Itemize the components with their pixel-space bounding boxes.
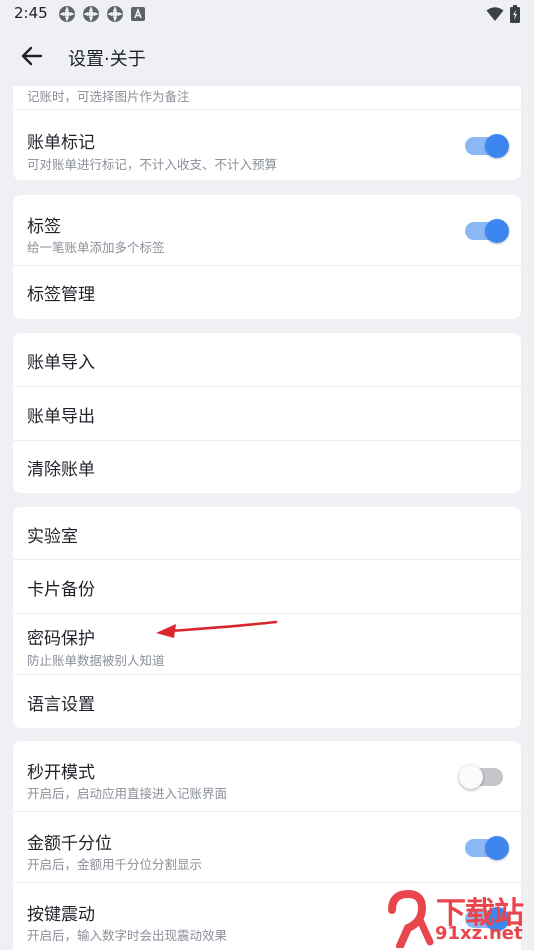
system-icons xyxy=(486,5,520,27)
status-time: 2:45 xyxy=(14,4,48,22)
thousands-separator-title: 金额千分位 xyxy=(27,834,112,854)
watermark-logo: 下载站 91xz.net xyxy=(380,886,530,948)
bill-clear-item[interactable]: 清除账单 xyxy=(13,441,521,493)
thousands-separator-toggle[interactable] xyxy=(465,836,509,860)
tag-item[interactable]: 标签 给一笔账单添加多个标签 xyxy=(13,195,521,265)
password-protect-title: 密码保护 xyxy=(27,629,95,649)
bill-mark-subtitle: 可对账单进行标记，不计入收支、不计入预算 xyxy=(27,157,278,172)
toggle-knob xyxy=(459,765,483,789)
toggle-knob xyxy=(485,134,509,158)
data-settings-card: 账单导入 账单导出 清除账单 xyxy=(13,333,521,493)
bill-mark-toggle[interactable] xyxy=(465,134,509,158)
image-remark-item[interactable]: 记账时，可选择图片作为备注 xyxy=(13,86,521,109)
language-title: 语言设置 xyxy=(27,695,95,715)
tag-manage-title: 标签管理 xyxy=(27,285,95,305)
page-title: 设置·关于 xyxy=(68,49,146,70)
tag-title: 标签 xyxy=(27,217,61,237)
lab-title: 实验室 xyxy=(27,527,78,547)
watermark-emblem-icon xyxy=(388,889,434,948)
bill-mark-item[interactable]: 账单标记 可对账单进行标记，不计入收支、不计入预算 xyxy=(13,110,521,180)
tag-toggle[interactable] xyxy=(465,219,509,243)
image-remark-subtitle: 记账时，可选择图片作为备注 xyxy=(27,89,190,104)
card-backup-title: 卡片备份 xyxy=(27,580,95,600)
bill-export-title: 账单导出 xyxy=(27,407,95,427)
lab-item[interactable]: 实验室 xyxy=(13,507,521,559)
notification-icons xyxy=(58,5,146,27)
battery-icon xyxy=(510,5,520,27)
key-vibration-title: 按键震动 xyxy=(27,905,95,925)
arrow-left-icon xyxy=(21,46,43,70)
tag-subtitle: 给一笔账单添加多个标签 xyxy=(27,240,165,255)
card-backup-item[interactable]: 卡片备份 xyxy=(13,560,521,613)
toggle-knob xyxy=(485,219,509,243)
tag-manage-item[interactable]: 标签管理 xyxy=(13,266,521,319)
watermark-url: 91xz.net xyxy=(435,923,523,944)
key-vibration-subtitle: 开启后，输入数字时会出现震动效果 xyxy=(27,928,228,943)
quick-start-title: 秒开模式 xyxy=(27,763,95,783)
language-item[interactable]: 语言设置 xyxy=(13,675,521,728)
bill-settings-card: 记账时，可选择图片作为备注 账单标记 可对账单进行标记，不计入收支、不计入预算 xyxy=(13,86,521,180)
password-protect-item[interactable]: 密码保护 防止账单数据被别人知道 xyxy=(13,614,521,674)
thousands-separator-item[interactable]: 金额千分位 开启后，金额用千分位分割显示 xyxy=(13,812,521,882)
bill-import-title: 账单导入 xyxy=(27,353,95,373)
misc-settings-card: 实验室 卡片备份 密码保护 防止账单数据被别人知道 语言设置 xyxy=(13,507,521,728)
app-notification-icon xyxy=(58,5,76,27)
thousands-separator-subtitle: 开启后，金额用千分位分割显示 xyxy=(27,857,203,872)
toggle-knob xyxy=(485,836,509,860)
app-notification-icon xyxy=(82,5,100,27)
wifi-icon xyxy=(486,6,504,26)
bill-export-item[interactable]: 账单导出 xyxy=(13,387,521,440)
font-notification-icon xyxy=(130,5,146,27)
bill-mark-title: 账单标记 xyxy=(27,133,95,153)
quick-start-item[interactable]: 秒开模式 开启后，启动应用直接进入记账界面 xyxy=(13,741,521,811)
bill-import-item[interactable]: 账单导入 xyxy=(13,333,521,386)
quick-start-toggle[interactable] xyxy=(459,765,503,789)
quick-start-subtitle: 开启后，启动应用直接进入记账界面 xyxy=(27,786,228,801)
app-bar: 设置·关于 xyxy=(0,28,534,86)
status-bar: 2:45 xyxy=(0,0,534,28)
back-button[interactable] xyxy=(14,40,50,76)
tag-settings-card: 标签 给一笔账单添加多个标签 标签管理 xyxy=(13,195,521,319)
password-protect-subtitle: 防止账单数据被别人知道 xyxy=(27,653,165,668)
bill-clear-title: 清除账单 xyxy=(27,460,95,480)
settings-list[interactable]: 记账时，可选择图片作为备注 账单标记 可对账单进行标记，不计入收支、不计入预算 … xyxy=(0,86,534,950)
app-notification-icon xyxy=(106,5,124,27)
